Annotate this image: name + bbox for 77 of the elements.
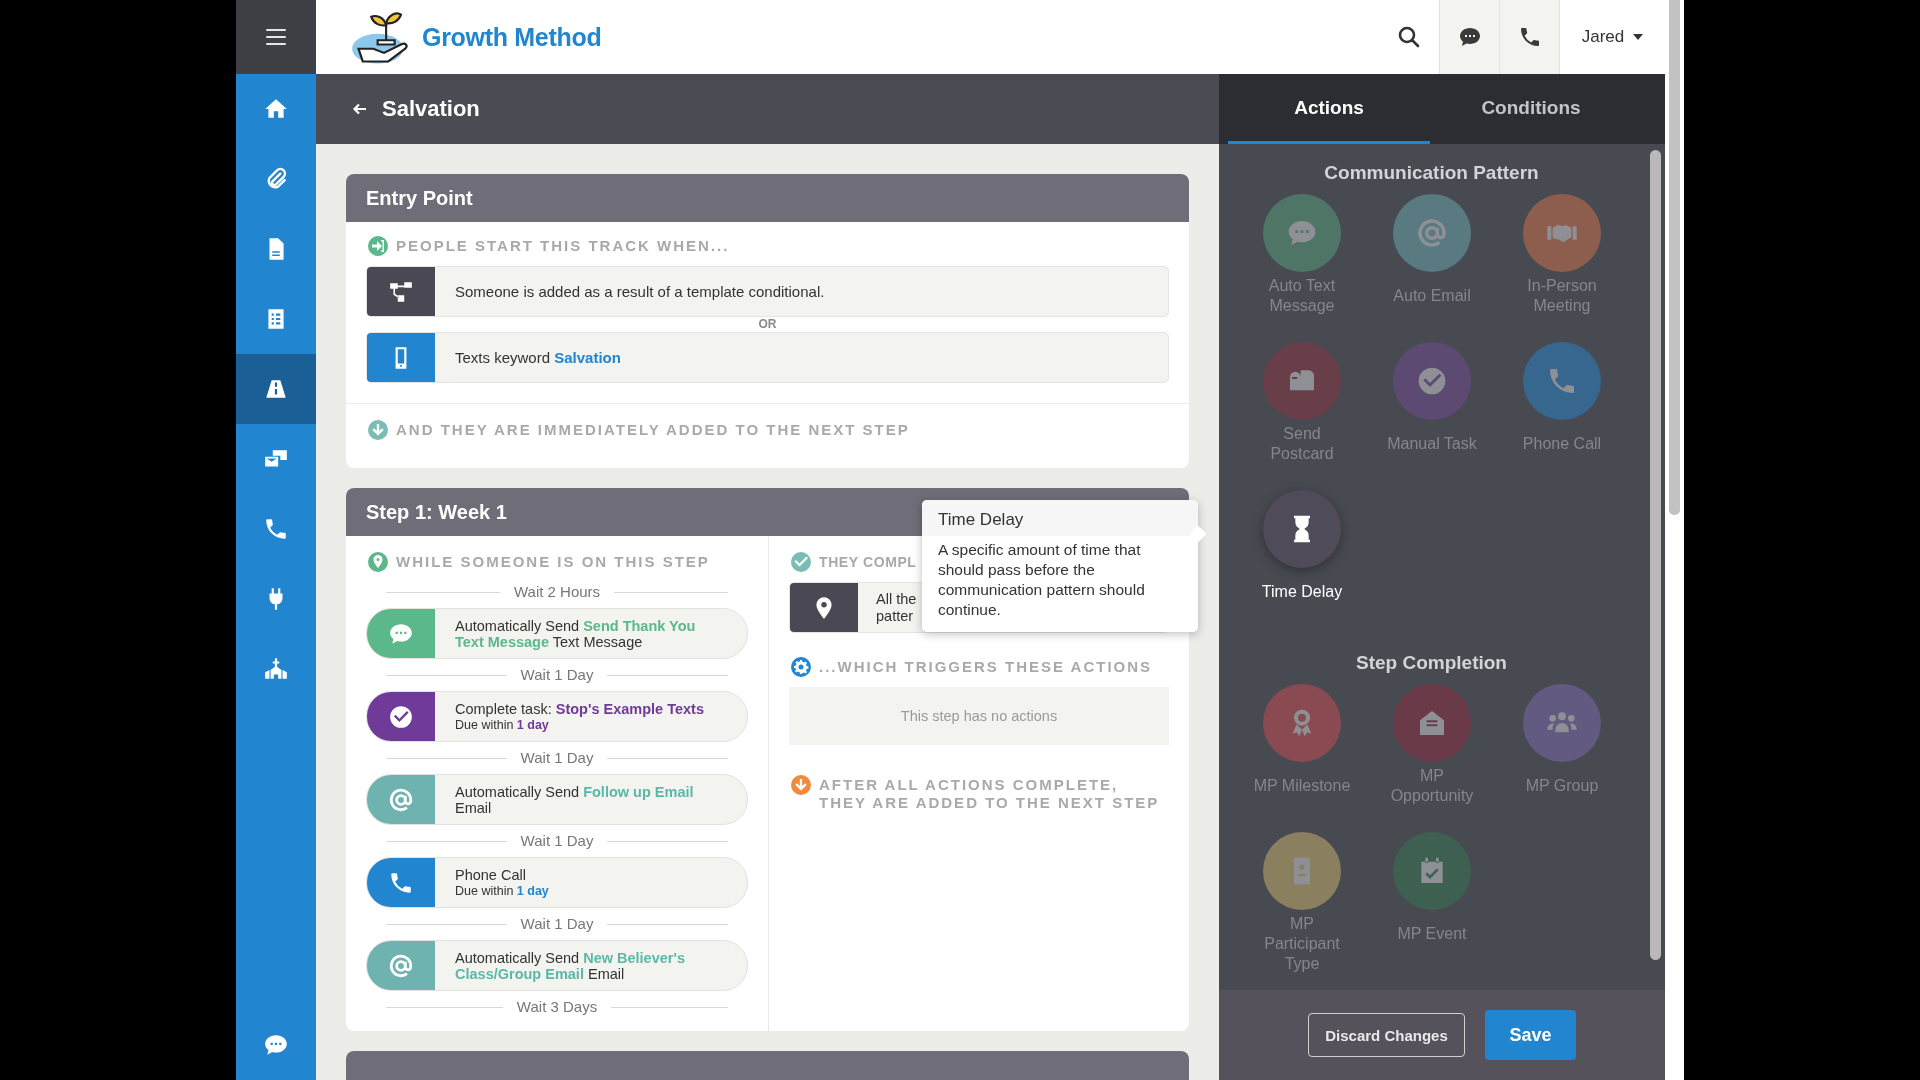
due-text: Due within 1 day bbox=[455, 882, 549, 899]
wait-label: Wait 1 Day bbox=[520, 748, 594, 768]
action-text: Automatically Send New Believer's Class/Group Email Email bbox=[455, 949, 686, 982]
or-separator: OR bbox=[757, 317, 778, 332]
section-heading: AFTER ALL ACTIONS COMPLETE, THEY ARE ADDED TO THE NEXT STEP bbox=[819, 776, 1161, 812]
phone-button[interactable] bbox=[1499, 0, 1559, 74]
action-text: Complete task: Stop's Example Texts bbox=[455, 700, 704, 717]
logo-text: Growth Method bbox=[422, 22, 602, 52]
due-text: Due within 1 day bbox=[455, 717, 550, 733]
section-heading: AND THEY ARE IMMEDIATELY ADDED TO THE NEXT STEP bbox=[396, 421, 910, 439]
page-title: Salvation bbox=[382, 96, 480, 122]
action-row[interactable]: Automatically Send Follow up Email Email bbox=[366, 774, 748, 825]
at-sign-icon bbox=[1416, 217, 1448, 249]
search-icon bbox=[1397, 25, 1421, 49]
card-title: Step 1: Week 1 bbox=[366, 500, 507, 524]
action-tile-label: MP Participant Type bbox=[1263, 914, 1341, 974]
wait-label: Wait 3 Days bbox=[516, 997, 598, 1017]
church-icon bbox=[263, 656, 289, 682]
panel-tab[interactable]: Actions bbox=[1228, 74, 1430, 144]
arrow-down-icon bbox=[366, 418, 390, 442]
wait-label: Wait 1 Day bbox=[520, 914, 594, 934]
gear-icon bbox=[789, 655, 813, 679]
back-arrow-icon[interactable] bbox=[352, 101, 368, 117]
action-tile-label: Phone Call bbox=[1521, 434, 1603, 454]
action-tile-label: Time Delay bbox=[1260, 582, 1344, 602]
action-tile-label: MP Opportunity bbox=[1389, 766, 1475, 806]
wait-label: Wait 1 Day bbox=[520, 665, 594, 685]
trigger-text: Someone is added as a result of a template conditional. bbox=[454, 283, 825, 300]
action-row[interactable]: Complete task: Stop's Example Texts Due within 1 day bbox=[366, 691, 748, 742]
section-heading: THEY COMPL bbox=[819, 553, 917, 571]
section-title: Step Completion bbox=[1355, 652, 1508, 674]
sidebar-item[interactable] bbox=[236, 354, 316, 424]
action-row[interactable]: Automatically Send Send Thank You Text Message Text Message bbox=[366, 608, 748, 659]
condition-text: All the patter bbox=[875, 590, 917, 625]
empty-message: This step has no actions bbox=[900, 708, 1058, 724]
check-icon bbox=[1416, 365, 1448, 397]
action-row[interactable]: Phone Call Due within 1 day bbox=[366, 857, 748, 908]
save-button[interactable]: Save bbox=[1485, 1010, 1576, 1060]
wait-label: Wait 1 Day bbox=[520, 831, 594, 851]
messages-button[interactable] bbox=[1439, 0, 1499, 74]
action-tile-label: Manual Task bbox=[1386, 434, 1478, 454]
tooltip-text: A specific amount of time that should pass before the communication pattern should continue. bbox=[937, 540, 1146, 620]
trigger-text: Texts keyword Salvation bbox=[454, 349, 621, 366]
action-tile-label: Auto Email bbox=[1392, 286, 1472, 306]
action-tile-label: MP Milestone bbox=[1252, 776, 1352, 796]
sign-in-icon bbox=[366, 234, 390, 258]
scrollbar[interactable] bbox=[1669, 0, 1680, 515]
action-tile-label: Auto Text Message bbox=[1267, 276, 1337, 316]
phone-icon bbox=[263, 516, 289, 542]
wait-label: Wait 2 Hours bbox=[513, 582, 601, 602]
section-heading: ...WHICH TRIGGERS THESE ACTIONS bbox=[819, 658, 1153, 676]
arrow-down-icon bbox=[789, 773, 813, 797]
trigger-row[interactable]: Texts keyword Salvation bbox=[366, 332, 1169, 383]
action-tile-label: MP Event bbox=[1396, 924, 1468, 944]
chat-bubble-icon bbox=[1457, 25, 1482, 49]
panel-tab[interactable]: Conditions bbox=[1430, 74, 1632, 144]
menu-button[interactable] bbox=[236, 0, 316, 74]
action-text: Phone Call bbox=[455, 866, 527, 883]
action-tile-label: MP Group bbox=[1524, 776, 1600, 796]
action-text: Automatically Send Send Thank You Text Message Text Message bbox=[455, 617, 697, 650]
tooltip-title: Time Delay bbox=[922, 500, 1198, 536]
section-heading: PEOPLE START THIS TRACK WHEN... bbox=[396, 237, 730, 255]
location-pin-icon bbox=[366, 550, 390, 574]
section-heading: WHILE SOMEONE IS ON THIS STEP bbox=[396, 553, 710, 571]
trigger-row[interactable]: Someone is added as a result of a template conditional. bbox=[366, 266, 1169, 317]
caret-icon bbox=[1633, 34, 1644, 40]
at-sign-icon bbox=[388, 786, 414, 813]
scrollbar[interactable] bbox=[1650, 150, 1661, 960]
at-sign-icon bbox=[388, 952, 414, 979]
action-tile-label: Send Postcard bbox=[1269, 424, 1335, 464]
action-row[interactable]: Automatically Send New Believer's Class/Group Email Email bbox=[366, 940, 748, 991]
section-title: Communication Pattern bbox=[1323, 162, 1540, 184]
action-text: Automatically Send Follow up Email Email bbox=[455, 783, 695, 816]
action-tile-label: In-Person Meeting bbox=[1526, 276, 1598, 316]
discard-button[interactable]: Discard Changes bbox=[1308, 1013, 1465, 1057]
card-title: Entry Point bbox=[366, 186, 473, 210]
chat-icon bbox=[263, 1032, 289, 1058]
